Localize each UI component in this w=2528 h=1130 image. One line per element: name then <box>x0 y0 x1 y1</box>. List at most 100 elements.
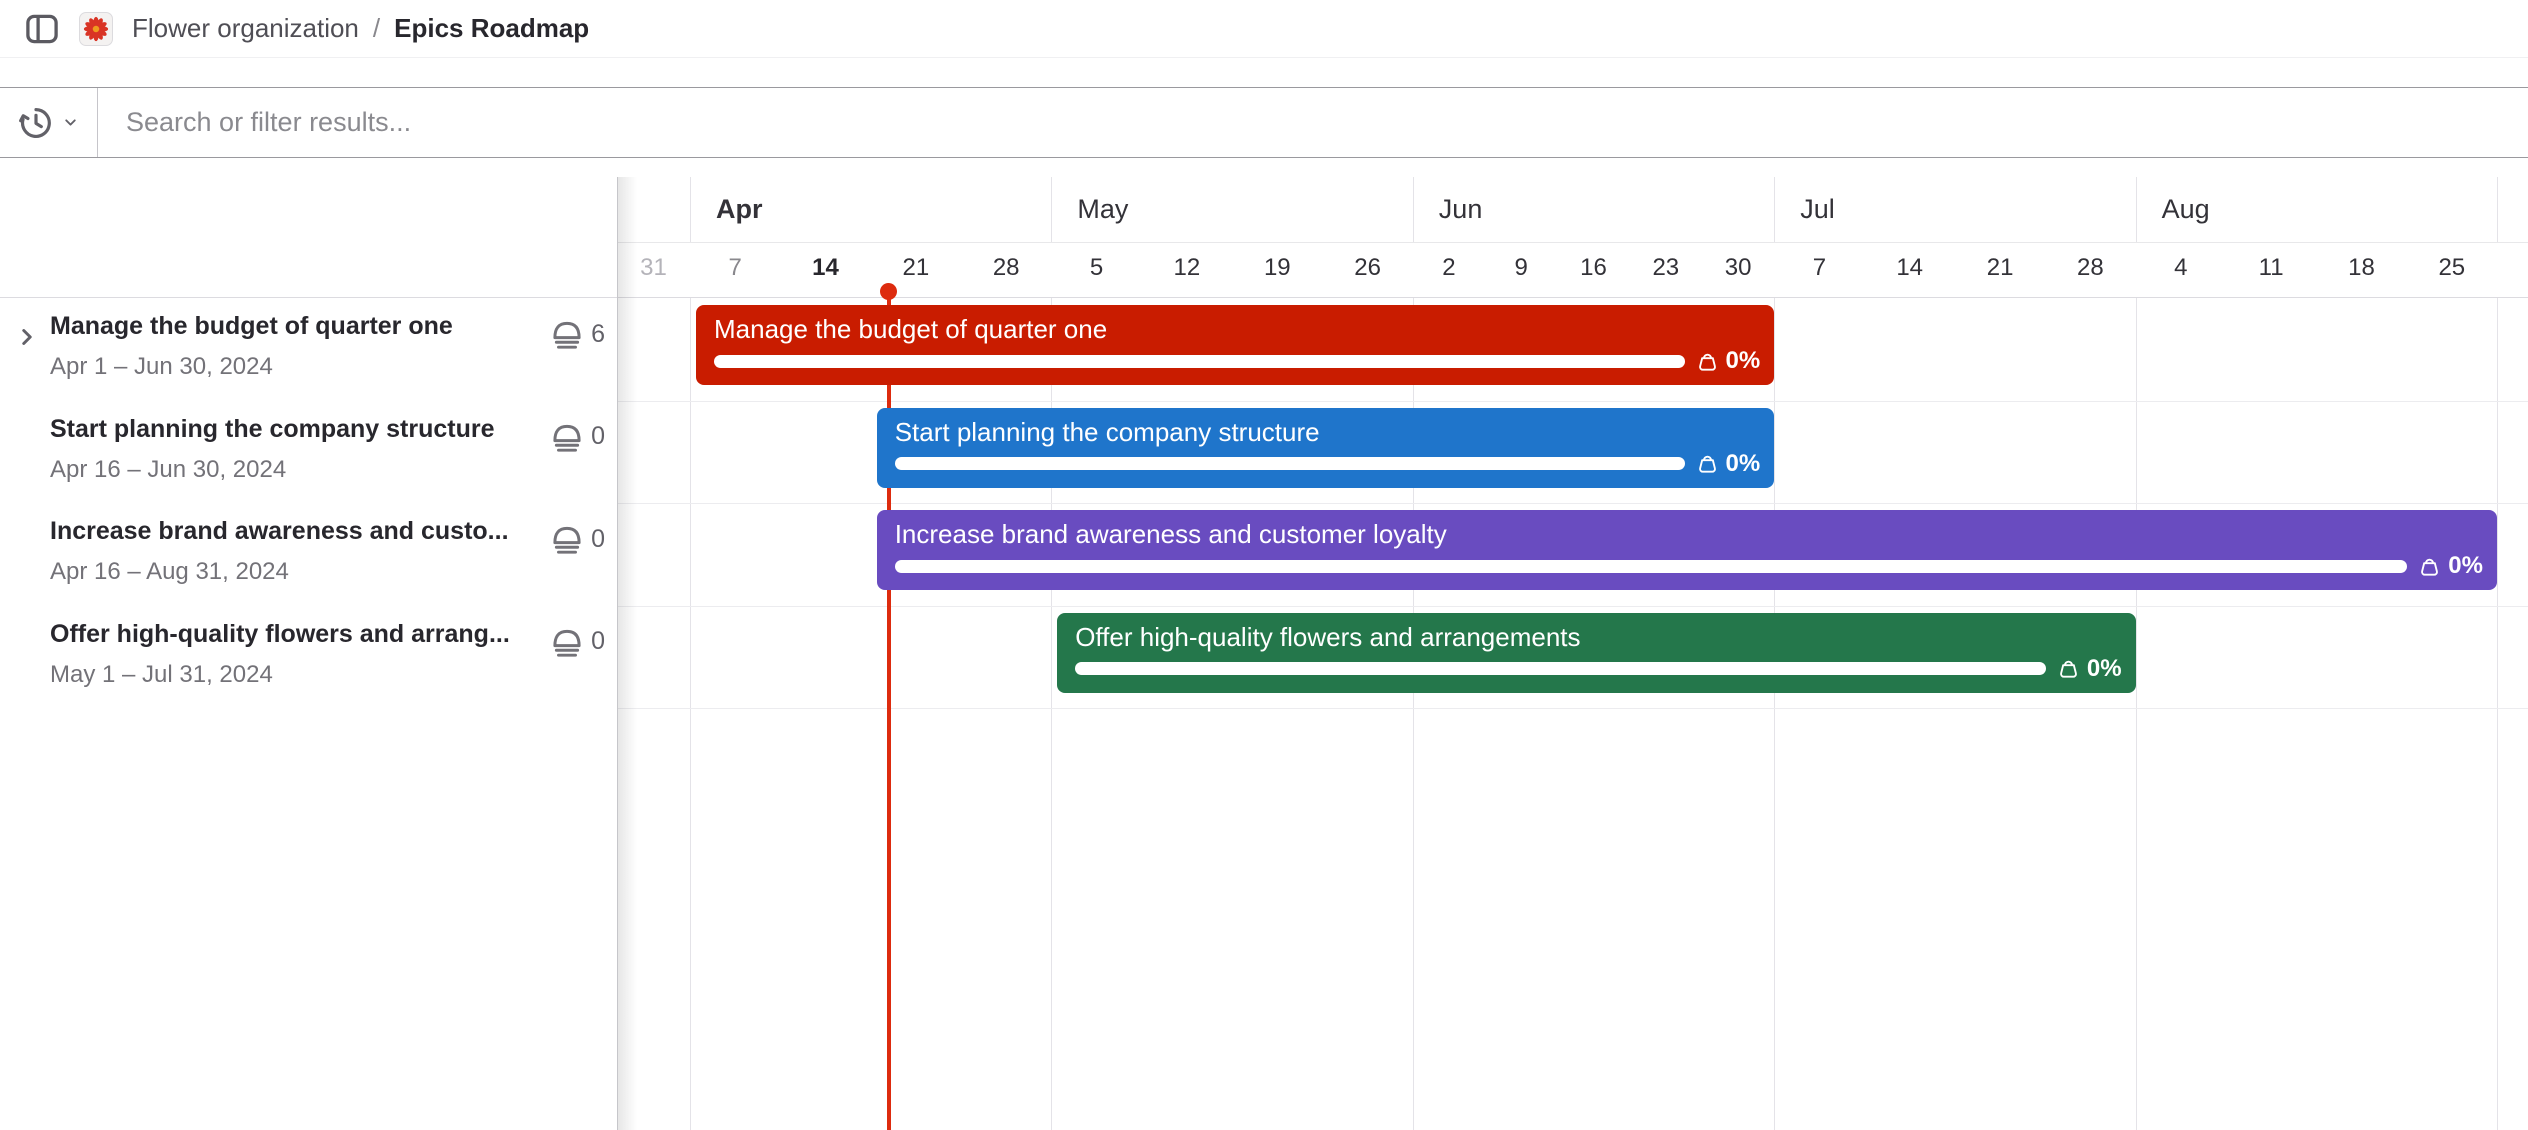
sidebar-toggle-button[interactable] <box>22 9 62 49</box>
epic-row[interactable]: Offer high-quality flowers and arrang...… <box>0 606 617 709</box>
week-tick: 7 <box>729 242 742 298</box>
epic-weight-badge: 0% <box>1695 347 1761 375</box>
grid-vline <box>2497 298 2498 1130</box>
epic-row[interactable]: Start planning the company structure Apr … <box>0 401 617 504</box>
epic-title[interactable]: Start planning the company structure <box>50 415 495 444</box>
grid-vline <box>2136 298 2137 1130</box>
week-tick: 26 <box>1354 242 1381 298</box>
panel-left-icon <box>23 11 61 47</box>
group-avatar <box>79 12 113 46</box>
expand-epic-button[interactable] <box>12 322 42 352</box>
epic-title[interactable]: Increase brand awareness and custo... <box>50 517 509 546</box>
epic-title[interactable]: Offer high-quality flowers and arrang... <box>50 620 510 649</box>
epic-row[interactable]: Increase brand awareness and custo... Apr… <box>0 503 617 606</box>
week-tick: 30 <box>1725 242 1752 298</box>
weight-icon <box>1695 349 1720 374</box>
grid-vline <box>2136 177 2137 242</box>
sidebar-shadow <box>617 177 637 1130</box>
month-label: Apr <box>716 177 763 242</box>
epic-dates: Apr 16 – Jun 30, 2024 <box>50 456 286 484</box>
chevron-down-icon <box>62 114 79 131</box>
epic-icon <box>550 420 584 454</box>
week-tick: 28 <box>2077 242 2104 298</box>
epic-bar-title: Offer high-quality flowers and arrangeme… <box>1075 622 2121 653</box>
week-tick: 11 <box>2259 242 2284 298</box>
week-tick: 14 <box>1896 242 1923 298</box>
breadcrumb-group-link[interactable]: Flower organization <box>132 13 359 44</box>
week-tick: 28 <box>993 242 1020 298</box>
history-icon <box>19 106 53 140</box>
week-tick: 5 <box>1090 242 1103 298</box>
epic-issue-count: 0 <box>591 627 605 656</box>
epic-bar-title: Manage the budget of quarter one <box>714 314 1760 345</box>
roadmap-chart: Apr May Jun Jul Aug 31 7 14 21 28 5 12 19 26 2 9 16 23 30 7… <box>0 177 2528 1130</box>
flower-icon <box>83 16 109 42</box>
weight-icon <box>2056 656 2081 681</box>
week-tick: 14 <box>812 242 839 298</box>
week-tick: 7 <box>1813 242 1826 298</box>
epic-weight-value: 0% <box>2087 655 2122 683</box>
epic-weight-value: 0% <box>1726 347 1761 375</box>
epic-progress-track <box>1075 662 2046 675</box>
grid-vline <box>1051 177 1052 242</box>
epic-progress-track <box>895 457 1685 470</box>
epics-roadmap-page: Flower organization / Epics Roadmap Apr M… <box>0 0 2528 1130</box>
epic-meta: 0 <box>550 625 605 659</box>
epic-bar-progress: 0% <box>714 347 1760 375</box>
epic-icon <box>550 522 584 556</box>
week-tick: 31 <box>640 242 667 298</box>
epic-bar-progress: 0% <box>1075 655 2121 683</box>
epic-bar[interactable]: Increase brand awareness and customer lo… <box>877 510 2497 590</box>
breadcrumb-current-page: Epics Roadmap <box>394 13 589 44</box>
epic-weight-badge: 0% <box>2417 552 2483 580</box>
week-tick: 12 <box>1174 242 1201 298</box>
grid-vline <box>690 177 691 242</box>
breadcrumb: Flower organization / Epics Roadmap <box>132 13 589 44</box>
epic-meta: 0 <box>550 522 605 556</box>
epic-bar-progress: 0% <box>895 552 2483 580</box>
week-tick: 19 <box>1264 242 1291 298</box>
header-divider <box>617 242 2528 243</box>
week-tick: 21 <box>903 242 930 298</box>
epic-dates: Apr 16 – Aug 31, 2024 <box>50 558 289 586</box>
month-label: Jul <box>1800 177 1835 242</box>
epic-bar[interactable]: Start planning the company structure0% <box>877 408 1775 488</box>
week-tick: 2 <box>1442 242 1455 298</box>
month-label: May <box>1077 177 1128 242</box>
grid-vline <box>690 298 691 1130</box>
week-tick: 23 <box>1652 242 1679 298</box>
epic-bar[interactable]: Manage the budget of quarter one0% <box>696 305 1774 385</box>
search-history-button[interactable] <box>0 88 98 157</box>
breadcrumb-separator: / <box>373 13 380 44</box>
breadcrumb-bar: Flower organization / Epics Roadmap <box>0 0 2528 58</box>
epic-row[interactable]: Manage the budget of quarter one Apr 1 – … <box>0 298 617 401</box>
weight-icon <box>2417 554 2442 579</box>
grid-vline <box>1774 177 1775 242</box>
today-marker-dot <box>880 283 897 300</box>
epic-icon <box>550 625 584 659</box>
grid-vline <box>2497 177 2498 242</box>
grid-vline <box>1413 177 1414 242</box>
month-label: Jun <box>1439 177 1483 242</box>
weight-icon <box>1695 451 1720 476</box>
epic-bar-title: Start planning the company structure <box>895 417 1761 448</box>
filtered-search-bar <box>0 87 2528 158</box>
chevron-right-icon <box>14 324 40 350</box>
epic-bar-progress: 0% <box>895 450 1761 478</box>
epic-bar-title: Increase brand awareness and customer lo… <box>895 519 2483 550</box>
epic-issue-count: 0 <box>591 525 605 554</box>
month-label: Aug <box>2162 177 2210 242</box>
epic-issue-count: 0 <box>591 422 605 451</box>
epic-progress-track <box>895 560 2408 573</box>
epic-bar[interactable]: Offer high-quality flowers and arrangeme… <box>1057 613 2135 693</box>
epic-title[interactable]: Manage the budget of quarter one <box>50 312 453 341</box>
epic-issue-count: 6 <box>591 320 605 349</box>
week-tick: 18 <box>2348 242 2375 298</box>
epic-dates: May 1 – Jul 31, 2024 <box>50 661 273 689</box>
epic-meta: 0 <box>550 420 605 454</box>
week-tick: 9 <box>1515 242 1528 298</box>
week-tick: 16 <box>1580 242 1607 298</box>
search-input[interactable] <box>98 88 2528 157</box>
week-tick: 25 <box>2438 242 2465 298</box>
epic-dates: Apr 1 – Jun 30, 2024 <box>50 353 273 381</box>
